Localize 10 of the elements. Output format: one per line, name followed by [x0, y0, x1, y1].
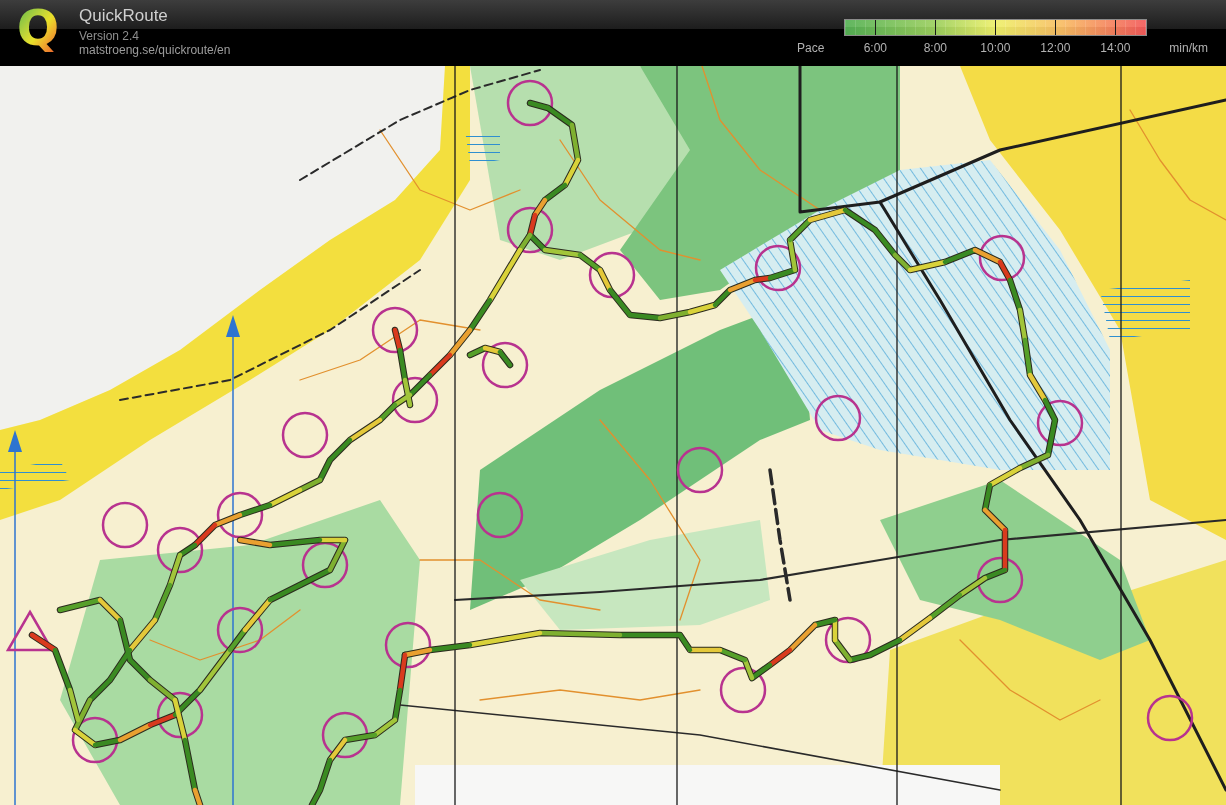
pace-tick-label: 6:00 [863, 41, 887, 55]
app-title: QuickRoute [79, 6, 169, 26]
pace-unit-label: min/km [1169, 41, 1208, 55]
pace-tick-label: 8:00 [923, 41, 947, 55]
pace-tick-label: 12:00 [1040, 41, 1071, 55]
version-label: Version 2.4 [79, 30, 141, 43]
pace-tick-label: 10:00 [980, 41, 1011, 55]
website-url: matstroeng.se/quickroute/en [79, 43, 231, 57]
pace-label: Pace [796, 41, 825, 55]
pace-tick-label: 14:00 [1100, 41, 1131, 55]
